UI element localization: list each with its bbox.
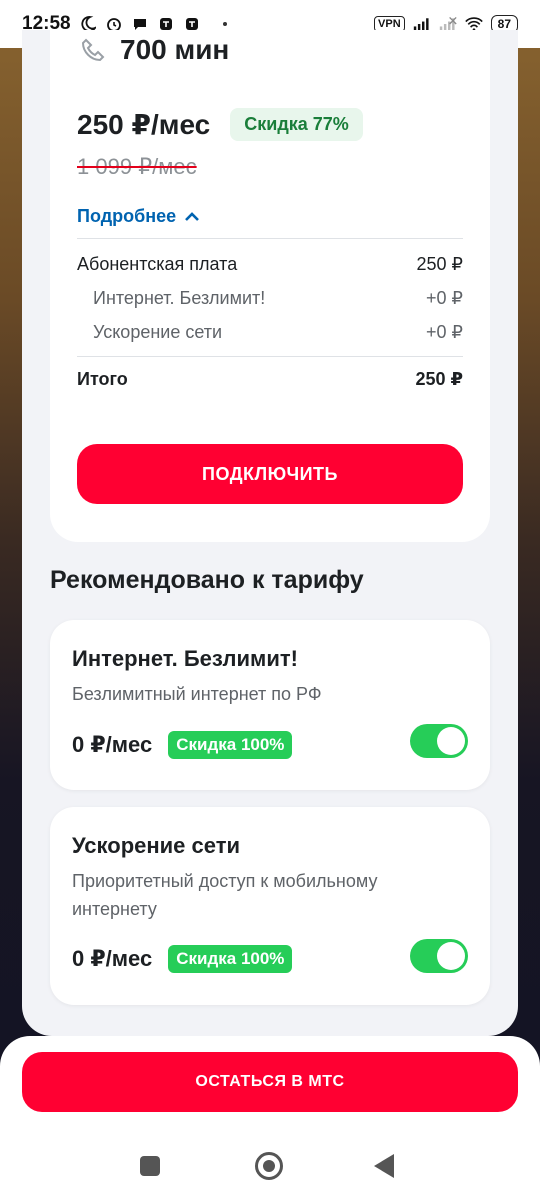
minutes-value: 700 мин <box>120 34 230 65</box>
total-label: Итого <box>77 369 128 389</box>
details-toggle-link[interactable]: Подробнее <box>77 206 200 227</box>
addon-price-row: 0 ₽/мес Скидка 100% <box>72 945 293 973</box>
price-row: 250 ₽/мес Скидка 77% <box>77 108 363 141</box>
breakdown-value: +0 ₽ <box>426 322 463 342</box>
breakdown-label: Интернет. Безлимит! <box>93 288 266 308</box>
breakdown-row: Ускорение сети +0 ₽ <box>77 322 463 343</box>
connect-button[interactable]: ПОДКЛЮЧИТЬ <box>77 444 463 504</box>
addon-price-row: 0 ₽/мес Скидка 100% <box>72 731 293 759</box>
old-price: 1 099 ₽/мес <box>77 154 197 179</box>
breakdown-label: Абонентская плата <box>77 254 238 274</box>
discount-badge: Скидка 77% <box>230 108 363 141</box>
tariff-card: 700 мин 250 ₽/мес Скидка 77% 1 099 ₽/мес… <box>50 30 490 542</box>
addon-title: Ускорение сети <box>72 833 241 858</box>
tariff-price: 250 ₽/мес <box>77 109 211 140</box>
addon-description: Безлимитный интернет по РФ <box>72 684 322 704</box>
toggle-knob <box>437 727 465 755</box>
addon-title: Интернет. Безлимит! <box>72 646 298 671</box>
breakdown-value: +0 ₽ <box>426 288 463 308</box>
total-row: Итого 250 ₽ <box>77 369 463 390</box>
addon-description: Приоритетный доступ к мобильному интерне… <box>72 871 378 919</box>
addon-price: 0 ₽/мес <box>72 946 153 971</box>
toggle-knob <box>437 942 465 970</box>
divider <box>77 238 463 239</box>
addon-price: 0 ₽/мес <box>72 732 153 757</box>
more-dot-icon <box>222 22 227 26</box>
minutes-row: 700 мин <box>80 34 229 66</box>
addon-toggle[interactable] <box>410 724 468 758</box>
breakdown-row: Интернет. Безлимит! +0 ₽ <box>77 288 463 309</box>
recents-icon[interactable] <box>140 1156 160 1176</box>
breakdown-label: Ускорение сети <box>93 322 223 342</box>
addon-discount-badge: Скидка 100% <box>168 945 293 973</box>
addon-discount-badge: Скидка 100% <box>168 731 293 759</box>
chevron-up-icon <box>184 206 200 227</box>
back-icon[interactable] <box>374 1154 394 1178</box>
system-nav-bar <box>0 1146 540 1186</box>
phone-icon <box>80 37 106 63</box>
breakdown-value: 250 ₽ <box>416 254 464 274</box>
addon-card-network-boost: Ускорение сети Приоритетный доступ к моб… <box>50 807 490 1005</box>
tariff-sheet: 700 мин 250 ₽/мес Скидка 77% 1 099 ₽/мес… <box>22 30 518 1036</box>
addon-card-unlimited-internet: Интернет. Безлимит! Безлимитный интернет… <box>50 620 490 790</box>
stay-button[interactable]: ОСТАТЬСЯ В МТС <box>22 1052 518 1112</box>
addon-toggle[interactable] <box>410 939 468 973</box>
recommended-title: Рекомендовано к тарифу <box>50 566 364 594</box>
details-link-label: Подробнее <box>77 206 177 226</box>
total-value: 250 ₽ <box>415 369 463 389</box>
bottom-sheet: ОСТАТЬСЯ В МТС <box>0 1036 540 1200</box>
home-icon[interactable] <box>255 1152 283 1180</box>
breakdown-row: Абонентская плата 250 ₽ <box>77 254 463 275</box>
divider <box>77 356 463 357</box>
